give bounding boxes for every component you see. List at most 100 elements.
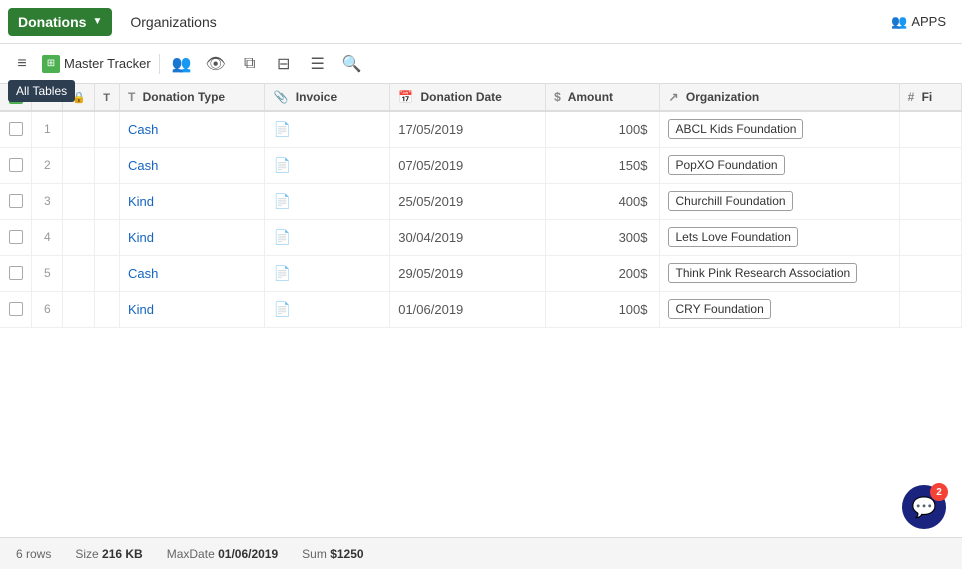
row-lock	[63, 147, 95, 183]
row-type-indicator	[95, 219, 120, 255]
row-organization: Lets Love Foundation	[660, 219, 899, 255]
row-amount: 100$	[546, 291, 660, 327]
table-row[interactable]: 3 Kind 📄 25/05/2019 400$ Churchill Found…	[0, 183, 962, 219]
all-tables-tooltip: All Tables	[8, 80, 75, 102]
status-bar: 6 rows Size 216 KB MaxDate 01/06/2019 Su…	[0, 537, 962, 569]
size-info: Size 216 KB	[75, 547, 142, 561]
dollar-icon: $	[554, 90, 561, 104]
col-header-donation-type[interactable]: T Donation Type	[119, 84, 265, 111]
row-donation-date: 29/05/2019	[390, 255, 546, 291]
invoice-file-icon: 📄	[273, 157, 290, 173]
row-invoice[interactable]: 📄	[265, 255, 390, 291]
maxdate-info: MaxDate 01/06/2019	[167, 547, 278, 561]
col-header-organization[interactable]: ↗ Organization	[660, 84, 899, 111]
row-lock	[63, 183, 95, 219]
row-donation-type: Kind	[119, 219, 265, 255]
toolbar: ≡ All Tables ⊞ Master Tracker 👥 👁 ⧉ ⊟ ☰ …	[0, 44, 962, 84]
row-amount: 400$	[546, 183, 660, 219]
hash-icon: #	[908, 90, 915, 104]
chat-badge: 2	[930, 483, 948, 501]
table-row[interactable]: 2 Cash 📄 07/05/2019 150$ PopXO Foundatio…	[0, 147, 962, 183]
row-organization: CRY Foundation	[660, 291, 899, 327]
row-number: 6	[32, 291, 63, 327]
col-header-fi[interactable]: # Fi	[899, 84, 961, 111]
invoice-file-icon: 📄	[273, 193, 290, 209]
row-checkbox[interactable]	[0, 147, 32, 183]
table-row[interactable]: 4 Kind 📄 30/04/2019 300$ Lets Love Found…	[0, 219, 962, 255]
row-checkbox[interactable]	[0, 255, 32, 291]
row-checkbox[interactable]	[0, 219, 32, 255]
row-lock	[63, 111, 95, 147]
link-icon: ↗	[668, 90, 678, 104]
row-checkbox[interactable]	[0, 291, 32, 327]
row-number: 5	[32, 255, 63, 291]
filter-rows-icon[interactable]: ☰	[304, 50, 332, 78]
table-row[interactable]: 1 Cash 📄 17/05/2019 100$ ABCL Kids Found…	[0, 111, 962, 147]
search-icon[interactable]: 🔍	[338, 50, 366, 78]
row-fi	[899, 255, 961, 291]
sum-info: Sum $1250	[302, 547, 363, 561]
row-fi	[899, 183, 961, 219]
row-donation-type: Cash	[119, 111, 265, 147]
col-header-amount[interactable]: $ Amount	[546, 84, 660, 111]
hamburger-menu-icon[interactable]: ≡	[8, 50, 36, 78]
col-header-invoice[interactable]: 📎 Invoice	[265, 84, 390, 111]
calendar-icon: 📅	[398, 90, 413, 104]
filter-fields-icon[interactable]: ⧉	[236, 50, 264, 78]
row-donation-date: 25/05/2019	[390, 183, 546, 219]
text-type-icon: T	[128, 90, 135, 104]
row-invoice[interactable]: 📄	[265, 147, 390, 183]
row-amount: 100$	[546, 111, 660, 147]
row-amount: 200$	[546, 255, 660, 291]
chat-bubble-button[interactable]: 💬 2	[902, 485, 946, 529]
row-donation-type: Cash	[119, 147, 265, 183]
row-type-indicator	[95, 183, 120, 219]
table-header-row: 🔒 T T Donation Type 📎 Invoice 📅 Donation…	[0, 84, 962, 111]
row-type-indicator	[95, 111, 120, 147]
row-invoice[interactable]: 📄	[265, 183, 390, 219]
apps-label: APPS	[911, 14, 946, 29]
organizations-label: Organizations	[130, 14, 216, 30]
row-invoice[interactable]: 📄	[265, 111, 390, 147]
donations-table: 🔒 T T Donation Type 📎 Invoice 📅 Donation…	[0, 84, 962, 328]
row-lock	[63, 255, 95, 291]
row-invoice[interactable]: 📄	[265, 291, 390, 327]
grid-icon: ⊞	[42, 55, 60, 73]
row-number: 2	[32, 147, 63, 183]
chevron-down-icon: ▼	[92, 16, 102, 27]
nav-dropdown-button[interactable]: Donations ▼	[8, 8, 112, 36]
row-fi	[899, 111, 961, 147]
row-number: 4	[32, 219, 63, 255]
row-number: 1	[32, 111, 63, 147]
row-lock	[63, 291, 95, 327]
eye-icon[interactable]: 👁	[202, 50, 230, 78]
row-fi	[899, 291, 961, 327]
row-checkbox[interactable]	[0, 111, 32, 147]
row-amount: 300$	[546, 219, 660, 255]
donations-tab-label: Donations	[18, 14, 86, 30]
table-row[interactable]: 6 Kind 📄 01/06/2019 100$ CRY Foundation	[0, 291, 962, 327]
row-donation-type: Kind	[119, 291, 265, 327]
row-count: 6 rows	[16, 547, 51, 561]
nav-tab-organizations[interactable]: Organizations	[116, 8, 230, 36]
row-fi	[899, 147, 961, 183]
master-tracker-label[interactable]: ⊞ Master Tracker	[42, 55, 151, 73]
table-row[interactable]: 5 Cash 📄 29/05/2019 200$ Think Pink Rese…	[0, 255, 962, 291]
team-icon[interactable]: 👥	[168, 50, 196, 78]
row-invoice[interactable]: 📄	[265, 219, 390, 255]
table-container: 🔒 T T Donation Type 📎 Invoice 📅 Donation…	[0, 84, 962, 537]
row-lock	[63, 219, 95, 255]
row-checkbox[interactable]	[0, 183, 32, 219]
row-donation-date: 07/05/2019	[390, 147, 546, 183]
row-fi	[899, 219, 961, 255]
filter-icon-2[interactable]: ⊟	[270, 50, 298, 78]
apps-button[interactable]: 👥 APPS	[883, 10, 954, 34]
row-organization: ABCL Kids Foundation	[660, 111, 899, 147]
invoice-file-icon: 📄	[273, 265, 290, 281]
toolbar-divider	[159, 54, 160, 74]
row-type-indicator	[95, 291, 120, 327]
top-nav: Donations ▼ Organizations 👥 APPS	[0, 0, 962, 44]
invoice-file-icon: 📄	[273, 121, 290, 137]
col-header-donation-date[interactable]: 📅 Donation Date	[390, 84, 546, 111]
row-donation-date: 30/04/2019	[390, 219, 546, 255]
